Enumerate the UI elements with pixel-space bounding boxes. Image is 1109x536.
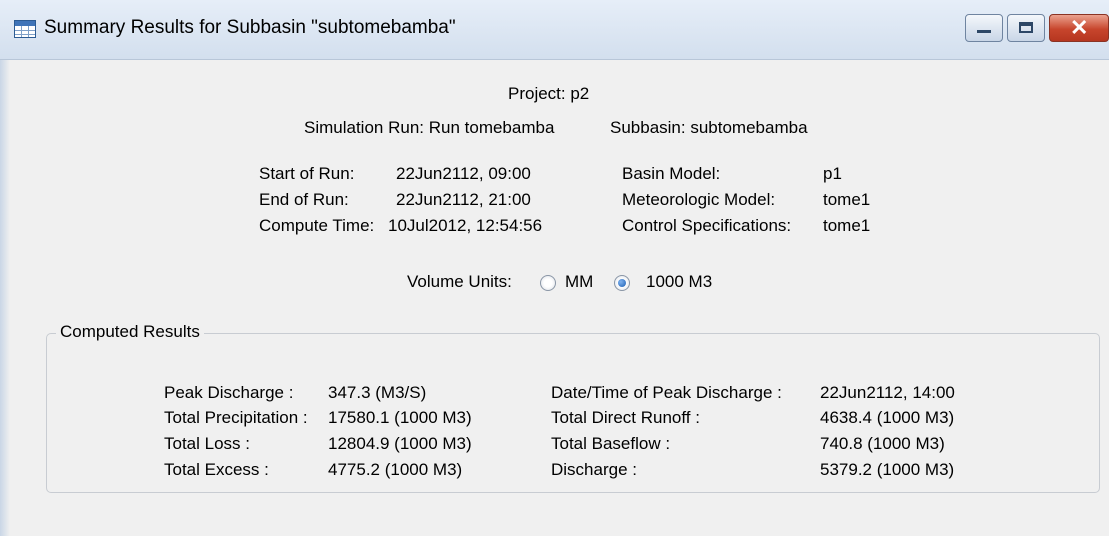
discharge-value: 5379.2 (1000 M3) xyxy=(820,460,955,479)
compute-time-value: 10Jul2012, 12:54:56 xyxy=(388,216,543,235)
simulation-run-label: Simulation Run: Run tomebamba xyxy=(304,118,555,137)
discharge-label: Discharge : xyxy=(551,460,637,479)
peak-discharge-value: 347.3 (M3/S) xyxy=(328,383,427,402)
project-label: Project: p2 xyxy=(508,84,590,103)
peak-time-value: 22Jun2112, 14:00 xyxy=(820,383,955,402)
units-1000m3-label[interactable]: 1000 M3 xyxy=(646,272,712,292)
meteorologic-model-label: Meteorologic Model: xyxy=(622,190,776,209)
subbasin-label: Subbasin: subtomebamba xyxy=(610,118,808,137)
peak-discharge-label: Peak Discharge : xyxy=(164,383,294,402)
window-title: Summary Results for Subbasin "subtomebam… xyxy=(44,17,456,38)
peak-time-label: Date/Time of Peak Discharge : xyxy=(551,383,782,402)
table-icon xyxy=(14,20,36,38)
close-button[interactable]: ✕ xyxy=(1049,14,1109,42)
compute-time-label: Compute Time: xyxy=(259,216,375,235)
title-bar[interactable]: Summary Results for Subbasin "subtomebam… xyxy=(0,0,1109,60)
total-loss-value: 12804.9 (1000 M3) xyxy=(328,434,472,453)
meteorologic-model-value: tome1 xyxy=(823,190,871,209)
minimize-button[interactable] xyxy=(965,14,1003,42)
summary-results-window: Summary Results for Subbasin "subtomebam… xyxy=(0,0,1109,536)
computed-results-title: Computed Results xyxy=(56,322,204,342)
total-baseflow-value: 740.8 (1000 M3) xyxy=(820,434,945,453)
maximize-icon xyxy=(1019,22,1033,33)
total-excess-value: 4775.2 (1000 M3) xyxy=(328,460,463,479)
minimize-icon xyxy=(977,30,991,33)
basin-model-value: p1 xyxy=(823,164,842,183)
maximize-button[interactable] xyxy=(1007,14,1045,42)
total-precipitation-label: Total Precipitation : xyxy=(164,408,308,427)
volume-units-label: Volume Units: xyxy=(407,272,512,291)
units-mm-radio[interactable] xyxy=(540,275,556,291)
control-specifications-label: Control Specifications: xyxy=(622,216,792,235)
total-loss-label: Total Loss : xyxy=(164,434,250,453)
units-1000m3-radio[interactable] xyxy=(614,275,630,291)
close-icon: ✕ xyxy=(1070,15,1089,40)
total-precipitation-value: 17580.1 (1000 M3) xyxy=(328,408,472,427)
total-excess-label: Total Excess : xyxy=(164,460,269,479)
start-of-run-label: Start of Run: xyxy=(259,164,355,183)
basin-model-label: Basin Model: xyxy=(622,164,721,183)
window-edge xyxy=(0,60,10,536)
total-baseflow-label: Total Baseflow : xyxy=(551,434,671,453)
total-direct-runoff-label: Total Direct Runoff : xyxy=(551,408,700,427)
start-of-run-value: 22Jun2112, 09:00 xyxy=(396,164,531,183)
end-of-run-label: End of Run: xyxy=(259,190,349,209)
units-mm-label[interactable]: MM xyxy=(565,272,593,292)
control-specifications-value: tome1 xyxy=(823,216,871,235)
end-of-run-value: 22Jun2112, 21:00 xyxy=(396,190,531,209)
total-direct-runoff-value: 4638.4 (1000 M3) xyxy=(820,408,955,427)
